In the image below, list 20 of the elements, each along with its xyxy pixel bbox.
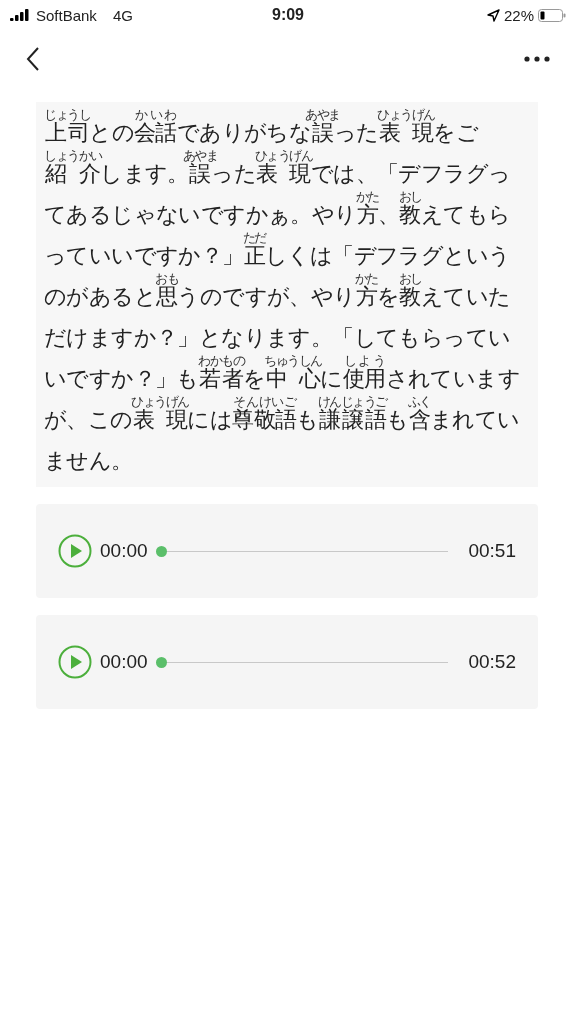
current-time: 00:00 bbox=[100, 651, 148, 673]
battery-icon bbox=[538, 8, 566, 22]
network-type: 4G bbox=[112, 6, 133, 24]
current-time: 00:00 bbox=[100, 540, 148, 562]
progress-thumb[interactable] bbox=[155, 545, 167, 557]
article-paragraph: 上司 じょうし との会話 かいわ でありがちな誤 あやま った表 現 ひょうげん をご 紹 介 しょうかい します。誤 あやま った表 現 ひょうげん では、「デフラグってあるじゃないですかぁ。やり 方 かた 、教 おし えてもらっていいですか？」正 ただ しくは「デフラグというのがあると 思 おも うのですが、やり 方 かた を教 おし えていただけますか？」となります。「してもらっていいですか？」も若者 わかもの を中 心 ちゅうしん に使用 しよう されていますが、この表 現 ひょうげん には尊敬語 そんけいご も謙譲語 けんじょうご も含 ふく まれていません。 bbox=[36, 102, 538, 487]
battery-percent: 22% bbox=[503, 6, 534, 24]
location-icon bbox=[486, 8, 500, 22]
play-button[interactable] bbox=[58, 645, 92, 679]
play-icon bbox=[58, 645, 92, 679]
play-icon bbox=[58, 534, 92, 568]
duration-time: 00:52 bbox=[468, 651, 516, 673]
duration-time: 00:51 bbox=[468, 540, 516, 562]
carrier-name: SoftBank bbox=[36, 6, 97, 24]
play-button[interactable] bbox=[58, 534, 92, 568]
back-icon bbox=[26, 46, 40, 72]
signal-icon bbox=[10, 9, 30, 21]
clock: 9:09 bbox=[272, 6, 304, 24]
progress-thumb[interactable] bbox=[155, 656, 167, 668]
more-icon bbox=[524, 56, 550, 62]
